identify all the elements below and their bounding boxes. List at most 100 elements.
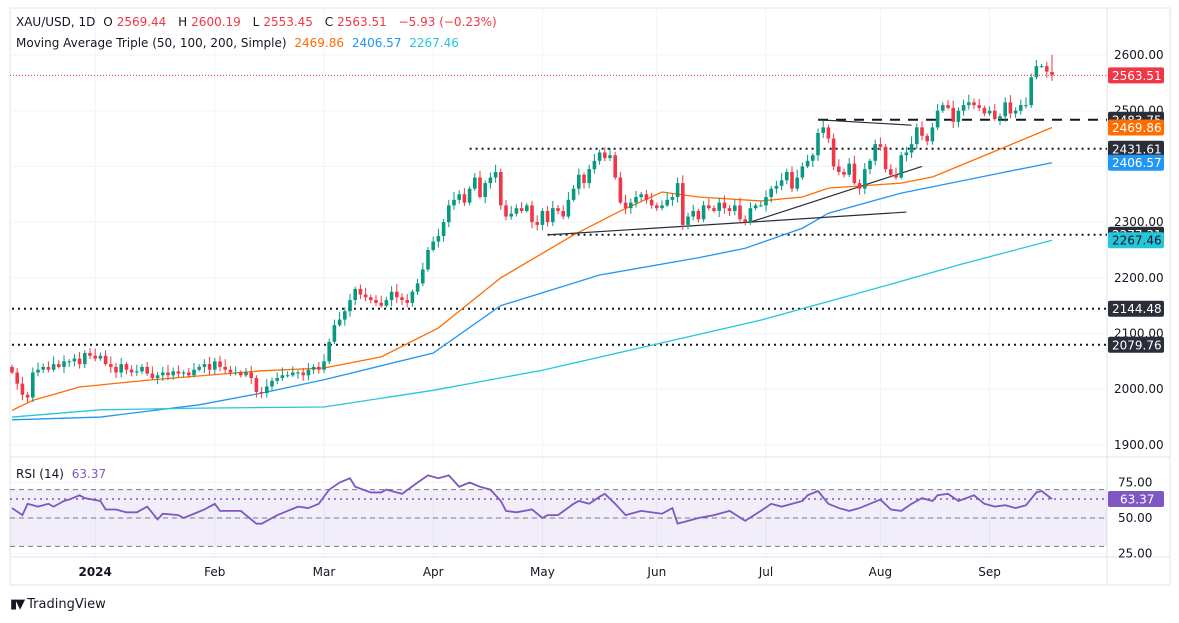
candle — [415, 278, 420, 296]
candle-body — [223, 366, 227, 370]
candle — [10, 364, 14, 375]
candle-body — [623, 202, 628, 209]
candle — [441, 218, 446, 242]
candle — [519, 202, 524, 214]
candle — [452, 192, 456, 210]
candle-body — [436, 236, 441, 242]
candle-body — [457, 194, 461, 200]
candle-body — [88, 352, 92, 356]
ma50-value: 2469.86 — [294, 36, 344, 50]
candle — [951, 100, 955, 128]
candle — [400, 293, 404, 306]
candle-body — [400, 297, 404, 301]
brand-name: TradingView — [27, 597, 106, 612]
candle-body — [1029, 77, 1033, 106]
candle-body — [285, 375, 290, 377]
candle-body — [811, 155, 815, 161]
candle — [395, 283, 399, 303]
candle — [20, 376, 25, 401]
candle — [129, 365, 134, 377]
candle-body — [327, 341, 331, 362]
candle-body — [665, 199, 669, 206]
price-badge-label: 2144.48 — [1112, 302, 1162, 316]
candle — [145, 361, 149, 376]
time-tick-label: Jun — [646, 565, 666, 579]
time-tick-label: 2024 — [78, 565, 111, 579]
candle-body — [192, 369, 196, 376]
candle-body — [197, 366, 201, 370]
candle — [275, 372, 279, 385]
candle-body — [691, 210, 695, 217]
candle — [748, 202, 753, 225]
candle — [774, 180, 779, 194]
time-tick-label: Sep — [978, 565, 1001, 579]
candle-body — [140, 366, 144, 372]
candle — [1013, 107, 1018, 118]
candle — [847, 158, 851, 177]
candle — [675, 177, 680, 203]
candle-body — [233, 372, 238, 374]
candle-body — [301, 372, 305, 376]
candle — [816, 128, 820, 161]
ma100-value: 2406.57 — [351, 36, 402, 50]
candle-body — [405, 300, 409, 303]
candle-body — [275, 378, 279, 381]
candle — [197, 364, 201, 372]
candle — [863, 163, 867, 195]
candle — [285, 371, 290, 378]
candle-body — [993, 110, 997, 120]
candle-body — [46, 366, 51, 370]
candle — [218, 355, 222, 372]
candle-body — [270, 380, 274, 387]
rsi-value: 63.37 — [71, 467, 107, 481]
candle — [499, 168, 503, 210]
candle-body — [649, 199, 654, 206]
candle-body — [1013, 110, 1018, 114]
candle — [785, 168, 789, 185]
candle — [15, 368, 19, 390]
candle-body — [415, 283, 420, 292]
price-tick-label: 2600.00 — [1114, 48, 1164, 62]
candle-body — [239, 372, 243, 376]
chart[interactable]: 1900.002000.002100.002200.002300.002400.… — [0, 0, 1179, 623]
candle — [993, 104, 997, 121]
candle-body — [686, 216, 690, 225]
tradingview-logo[interactable]: ▮▼ TradingView — [10, 597, 106, 612]
candle-body — [337, 319, 342, 326]
candle — [259, 386, 264, 399]
candle — [764, 190, 768, 212]
candle — [566, 192, 571, 219]
time-tick-label: Jul — [758, 565, 773, 579]
candle-body — [961, 105, 966, 111]
candle — [821, 120, 825, 138]
candle-body — [379, 302, 383, 306]
candle-body — [452, 199, 456, 206]
candle — [701, 200, 706, 223]
candle-body — [332, 325, 337, 342]
candle — [322, 354, 326, 374]
candle — [93, 348, 97, 362]
candle — [88, 347, 92, 360]
low-value: L 2553.45 — [252, 15, 313, 29]
candle-body — [899, 155, 903, 178]
candle — [535, 215, 539, 231]
candle — [738, 197, 742, 224]
candle-body — [57, 364, 61, 367]
candle — [249, 365, 253, 385]
moving-average-line — [11, 239, 1053, 418]
candle-body — [883, 146, 888, 170]
candle — [244, 368, 248, 377]
candle — [1024, 97, 1028, 109]
candle — [582, 172, 586, 189]
ma-title: Moving Average Triple (50, 100, 200, Sim… — [16, 36, 287, 50]
candle-body — [935, 110, 940, 128]
candle-body — [114, 366, 118, 373]
candle — [831, 133, 836, 171]
candle-body — [857, 183, 862, 189]
candle-body — [946, 105, 950, 108]
candle-body — [759, 205, 763, 207]
candle — [504, 199, 508, 221]
candle-body — [504, 205, 508, 217]
candle-body — [447, 205, 451, 223]
candle-body — [421, 269, 425, 284]
